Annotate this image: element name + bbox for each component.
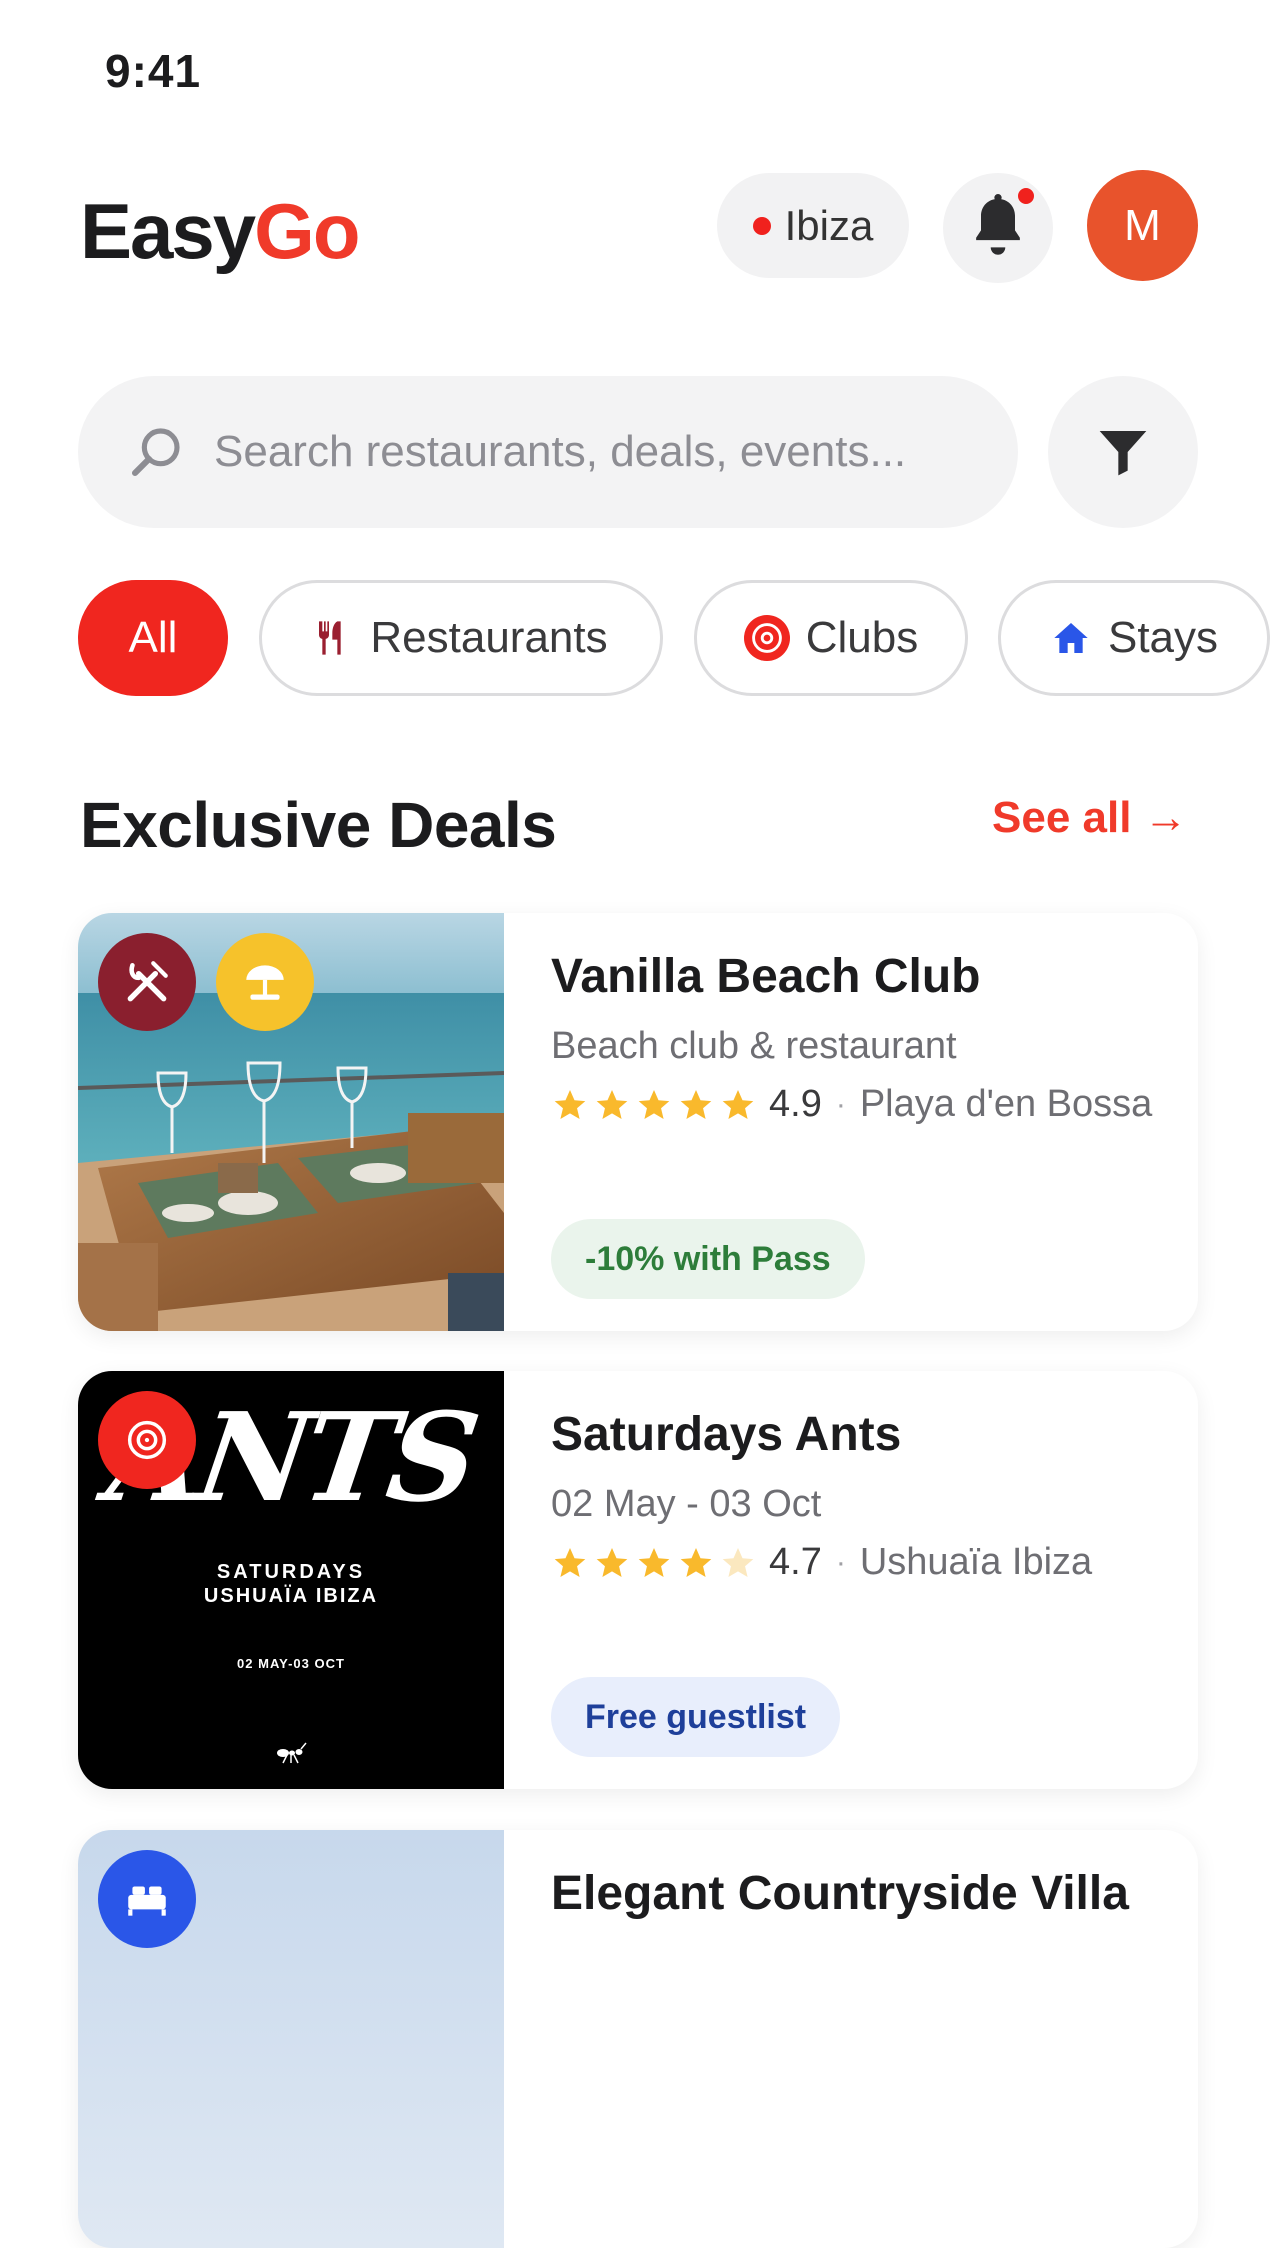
poster-line1: SATURDAYS <box>216 1561 366 1583</box>
fork-knife-icon <box>319 621 342 655</box>
star-icon <box>638 1547 670 1577</box>
star-icon <box>554 1089 586 1119</box>
deal-badge: -10% with Pass <box>551 1219 865 1299</box>
rating-value: 4.7 <box>769 1541 822 1583</box>
avatar[interactable]: M <box>1087 170 1198 281</box>
deal-rating-row: 4.7 · Ushuaïa Ibiza <box>551 1541 1092 1584</box>
restaurant-badge <box>98 933 196 1031</box>
status-time: 9:41 <box>105 45 202 97</box>
ant-icon <box>277 1742 307 1764</box>
club-badge <box>98 1391 196 1489</box>
beach-badge <box>216 933 314 1031</box>
chip-restaurants[interactable]: Restaurants <box>259 580 663 696</box>
vinyl-icon <box>743 615 790 661</box>
section-title: Exclusive Deals <box>80 789 557 861</box>
location-dot-icon <box>752 216 771 235</box>
deal-info: Elegant Countryside Villa <box>551 1830 1178 2248</box>
search-bar[interactable] <box>78 376 1018 528</box>
star-icon <box>596 1547 628 1577</box>
star-empty-icon <box>722 1547 754 1577</box>
filter-button[interactable] <box>1048 376 1198 528</box>
deal-poster: ANTS SATURDAYS USHUAÏA IBIZA 02 MAY-03 O… <box>78 1371 504 1789</box>
star-icon <box>596 1089 628 1119</box>
chip-restaurants-label: Restaurants <box>370 613 608 662</box>
search-icon <box>131 428 180 477</box>
star-icon <box>638 1089 670 1119</box>
chip-all-label: All <box>128 613 178 662</box>
home-icon <box>1054 623 1088 653</box>
deal-location: Playa d'en Bossa <box>859 1083 1153 1125</box>
star-rating <box>551 1087 757 1123</box>
deal-title: Saturdays Ants <box>551 1408 902 1461</box>
deal-subtitle: Beach club & restaurant <box>551 1025 957 1067</box>
deal-card[interactable]: Vanilla Beach Club Beach club & restaura… <box>78 913 1198 1331</box>
rating-separator: · <box>835 1087 846 1121</box>
deal-info: Vanilla Beach Club Beach club & restaura… <box>551 913 1178 1331</box>
deal-title: Elegant Countryside Villa <box>551 1867 1129 1920</box>
chip-stays-label: Stays <box>1107 613 1219 662</box>
deal-subtitle: 02 May - 03 Oct <box>551 1483 822 1525</box>
fork-knife-icon <box>127 961 168 1002</box>
deal-image <box>78 1830 504 2248</box>
notifications-button[interactable] <box>943 173 1053 283</box>
location-selector[interactable]: Ibiza <box>717 173 909 278</box>
poster-dates: 02 MAY-03 OCT <box>237 1656 345 1671</box>
star-icon <box>554 1547 586 1577</box>
chip-clubs[interactable]: Clubs <box>694 580 968 696</box>
search-input[interactable] <box>214 427 954 477</box>
filter-icon <box>1099 431 1147 476</box>
deal-badge: Free guestlist <box>551 1677 841 1757</box>
chip-all[interactable]: All <box>78 580 228 696</box>
logo-easy: Easy <box>80 187 256 275</box>
app-logo: EasyGo <box>80 186 361 277</box>
stay-badge <box>98 1850 196 1948</box>
poster-line2: USHUAÏA IBIZA <box>203 1585 379 1607</box>
deal-info: Saturdays Ants 02 May - 03 Oct 4.7 · Ush… <box>551 1371 1178 1789</box>
star-icon <box>722 1089 754 1119</box>
bed-icon <box>128 1886 166 1916</box>
rating-value: 4.9 <box>769 1083 822 1125</box>
notification-badge <box>1015 185 1037 207</box>
star-icon <box>680 1089 712 1119</box>
deal-title: Vanilla Beach Club <box>551 950 981 1003</box>
see-all-link[interactable]: See all → <box>992 793 1188 843</box>
rating-separator: · <box>835 1545 846 1579</box>
location-label: Ibiza <box>784 201 874 249</box>
star-rating <box>551 1545 757 1581</box>
deal-card[interactable]: Elegant Countryside Villa <box>78 1830 1198 2248</box>
deal-rating-row: 4.9 · Playa d'en Bossa <box>551 1083 1152 1126</box>
deal-location: Ushuaïa Ibiza <box>859 1541 1093 1583</box>
deal-card[interactable]: ANTS SATURDAYS USHUAÏA IBIZA 02 MAY-03 O… <box>78 1371 1198 1789</box>
deal-image <box>78 913 504 1331</box>
vinyl-icon <box>127 1420 167 1460</box>
star-icon <box>680 1547 712 1577</box>
logo-go: Go <box>254 187 360 275</box>
chip-stays[interactable]: Stays <box>998 580 1270 696</box>
chip-clubs-label: Clubs <box>805 613 919 662</box>
beach-umbrella-icon <box>246 965 284 1000</box>
